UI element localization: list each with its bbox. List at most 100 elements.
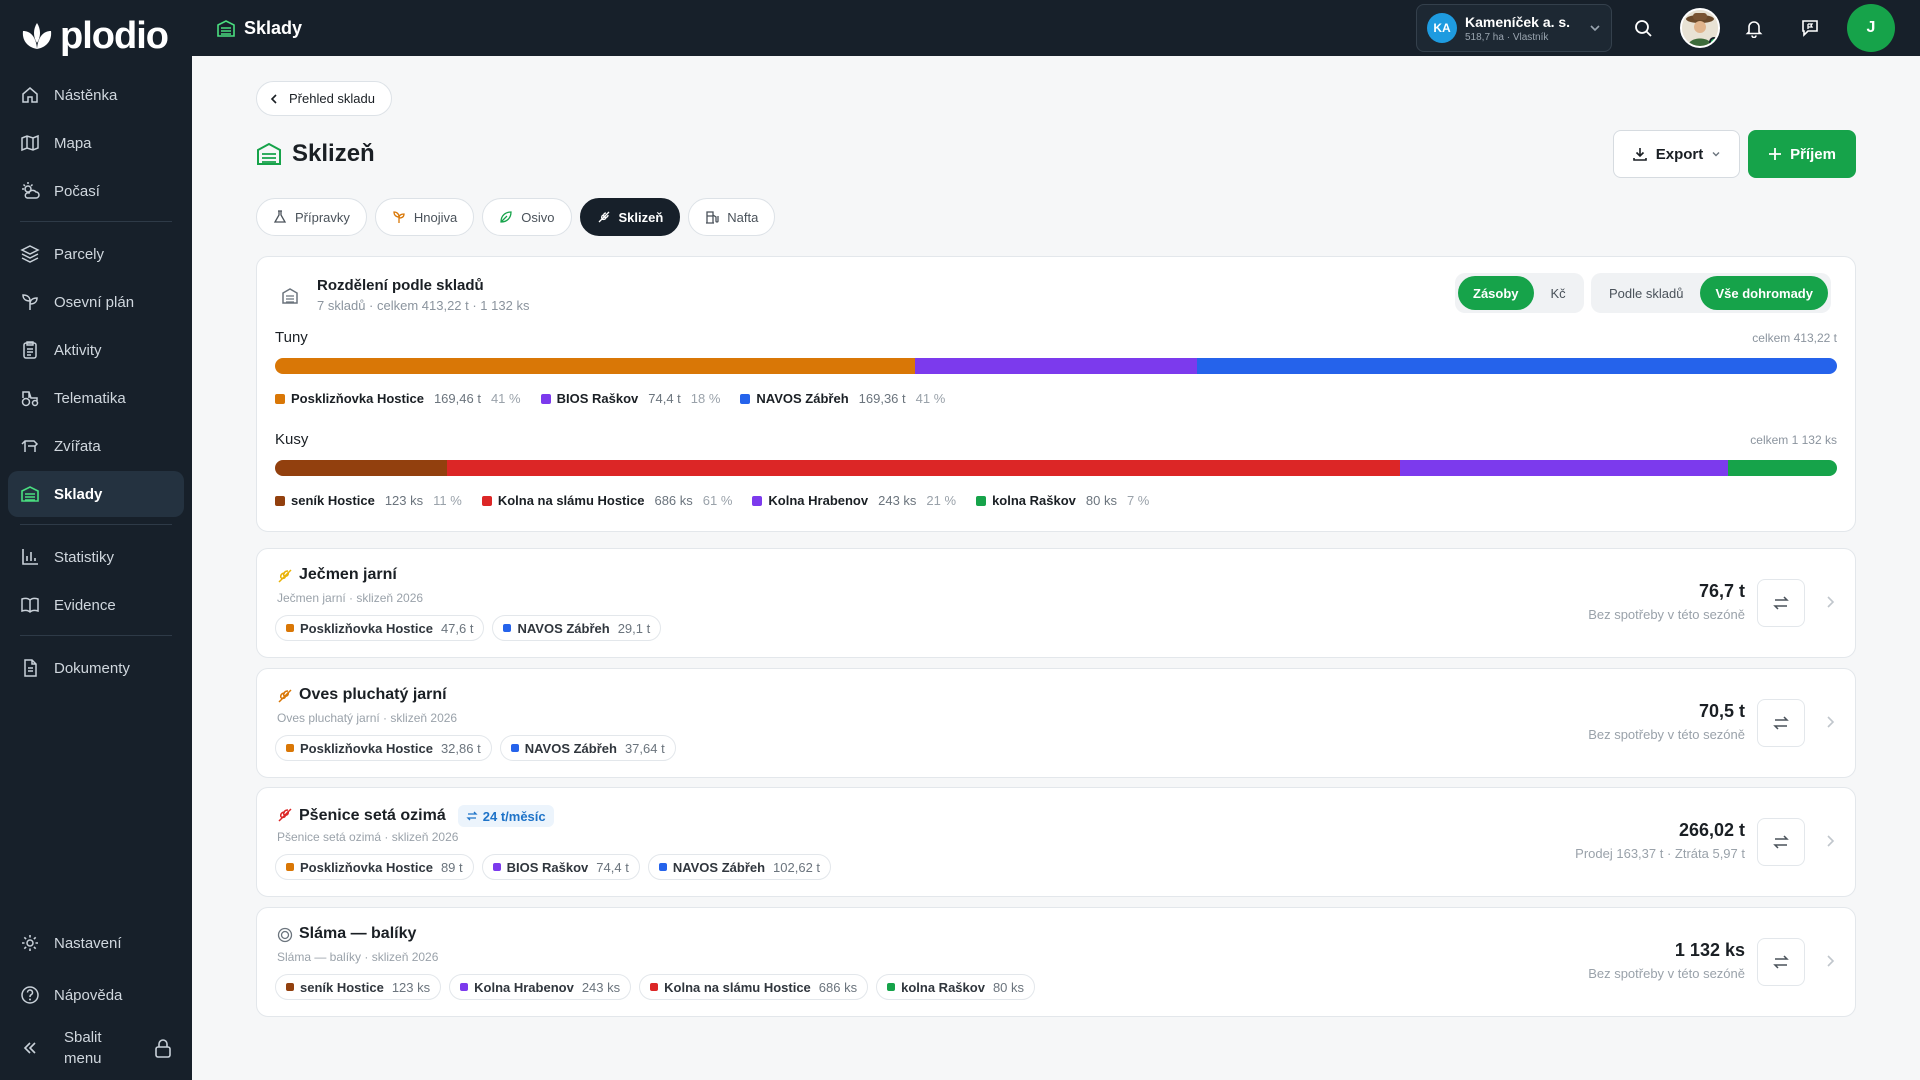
warehouse-chip: Kolna Hrabenov 243 ks bbox=[449, 974, 632, 1000]
warehouse-chip: NAVOS Zábřeh 29,1 t bbox=[492, 615, 662, 641]
toggle-podle-skladu[interactable]: Podle skladů bbox=[1594, 276, 1698, 310]
search-button[interactable] bbox=[1629, 14, 1657, 42]
legend-value: 80 ks bbox=[1085, 493, 1117, 508]
legend-percent: 41 % bbox=[915, 391, 946, 406]
notifications-button[interactable] bbox=[1740, 14, 1768, 42]
legend-swatch bbox=[752, 495, 763, 506]
chip-swatch bbox=[286, 863, 294, 871]
swap-arrows-icon bbox=[1773, 596, 1789, 610]
sidebar-item-napoveda[interactable]: Nápověda bbox=[8, 972, 184, 1018]
sidebar-item-pocasi[interactable]: Počasí bbox=[8, 168, 184, 214]
swap-arrows-icon bbox=[1773, 835, 1789, 849]
crop-row[interactable]: Oves pluchatý jarní Oves pluchatý jarní ·… bbox=[256, 668, 1856, 778]
tab-nafta[interactable]: Nafta bbox=[688, 198, 776, 236]
consumption-rate-badge: 24 t/měsíc bbox=[457, 805, 554, 827]
map-icon bbox=[20, 133, 40, 153]
legend-swatch bbox=[540, 393, 551, 404]
warehouse-icon bbox=[257, 142, 281, 165]
lock-icon[interactable] bbox=[154, 1038, 172, 1058]
chip-value: 123 ks bbox=[391, 979, 431, 995]
animal-icon bbox=[20, 436, 40, 456]
sidebar-item-label: Osevní plán bbox=[54, 293, 135, 311]
kusy-bar-segment[interactable] bbox=[446, 460, 1400, 476]
legend-swatch bbox=[481, 495, 492, 506]
kusy-legend-item: Kolna Hrabenov 243 ks 21 % bbox=[752, 493, 956, 508]
crop-row[interactable]: Pšenice setá ozimá 24 t/měsíc Pšenice setá… bbox=[256, 787, 1856, 897]
crop-row[interactable]: Sláma — balíky Sláma — balíky · sklizeň 2… bbox=[256, 907, 1856, 1017]
clipboard-icon bbox=[20, 340, 40, 360]
tuny-bar-segment[interactable] bbox=[915, 358, 1197, 374]
crop-name: Ječmen jarní bbox=[299, 566, 397, 583]
tuny-legend-item: BIOS Raškov 74,4 t 18 % bbox=[540, 391, 721, 406]
warehouse-chip: Posklizňovka Hostice 47,6 t bbox=[275, 615, 485, 641]
chevron-right-icon[interactable] bbox=[1825, 715, 1835, 729]
sidebar-item-evidence[interactable]: Evidence bbox=[8, 582, 184, 628]
kusy-bar-segment[interactable] bbox=[1399, 460, 1728, 476]
legend-percent: 18 % bbox=[690, 391, 721, 406]
user-avatar-photo[interactable] bbox=[1680, 8, 1720, 48]
legend-percent: 61 % bbox=[702, 493, 733, 508]
sidebar-item-osevni-plan[interactable]: Osevní plán bbox=[8, 279, 184, 325]
chevron-right-icon[interactable] bbox=[1825, 954, 1835, 968]
plodio-logo[interactable]: plodio bbox=[20, 14, 169, 58]
warehouse-chip: NAVOS Zábřeh 102,62 t bbox=[647, 854, 832, 880]
chip-swatch bbox=[658, 863, 667, 871]
sidebar-item-aktivity[interactable]: Aktivity bbox=[8, 327, 184, 373]
transfer-button[interactable] bbox=[1757, 699, 1805, 747]
warehouse-chip: Posklizňovka Hostice 89 t bbox=[275, 854, 474, 880]
back-to-overview-button[interactable]: Přehled skladu bbox=[256, 81, 392, 116]
chevron-right-icon[interactable] bbox=[1825, 834, 1835, 848]
swap-arrows-icon bbox=[1773, 955, 1789, 969]
sidebar-item-dokumenty[interactable]: Dokumenty bbox=[8, 645, 184, 691]
feedback-button[interactable] bbox=[1796, 14, 1824, 42]
organization-switcher[interactable]: KA Kameníček a. s. 518,7 ha · Vlastník bbox=[1416, 4, 1612, 52]
sidebar-item-zvirata[interactable]: Zvířata bbox=[8, 423, 184, 469]
tuny-bar-segment[interactable] bbox=[1196, 358, 1837, 374]
legend-name: Kolna na slámu Hostice bbox=[497, 493, 645, 508]
crop-subtitle: Sláma — balíky · sklizeň 2026 bbox=[277, 950, 439, 964]
sidebar-item-statistiky[interactable]: Statistiky bbox=[8, 534, 184, 580]
chip-value: 74,4 t bbox=[596, 859, 629, 875]
tab-osivo[interactable]: Osivo bbox=[482, 198, 572, 236]
sidebar-item-telematika[interactable]: Telematika bbox=[8, 375, 184, 421]
collapse-menu-button[interactable]: Sbalit menu bbox=[8, 1024, 184, 1072]
kusy-bar-segment[interactable] bbox=[275, 460, 447, 476]
transfer-button[interactable] bbox=[1757, 579, 1805, 627]
legend-name: Kolna Hrabenov bbox=[768, 493, 869, 508]
toggle-zasoby[interactable]: Zásoby bbox=[1458, 276, 1534, 310]
chevron-right-icon[interactable] bbox=[1825, 595, 1835, 609]
warehouse-chips: seník Hostice 123 ks Kolna Hrabenov 243 ks K… bbox=[275, 974, 1036, 1000]
sidebar-item-sklady[interactable]: Sklady bbox=[8, 471, 184, 517]
grain-icon bbox=[278, 808, 292, 822]
sidebar-item-nastaveni[interactable]: Nastavení bbox=[8, 920, 184, 966]
tab-sklizen[interactable]: Sklizeň bbox=[579, 198, 681, 236]
transfer-button[interactable] bbox=[1757, 818, 1805, 866]
legend-value: 169,36 t bbox=[858, 391, 906, 406]
tab-hnojiva[interactable]: Hnojiva bbox=[374, 198, 475, 236]
toggle-kc[interactable]: Kč bbox=[1536, 276, 1581, 310]
sidebar-item-nastenka[interactable]: Nástěnka bbox=[8, 72, 184, 118]
page-title: Sklizeň bbox=[256, 138, 375, 170]
crop-note: Prodej 163,37 t · Ztráta 5,97 t bbox=[1575, 846, 1745, 861]
topbar: Sklady KA Kameníček a. s. 518,7 ha · Vla… bbox=[192, 0, 1920, 56]
export-button[interactable]: Export bbox=[1613, 130, 1740, 178]
crop-row[interactable]: Ječmen jarní Ječmen jarní · sklizeň 2026 P… bbox=[256, 548, 1856, 658]
crop-quantity: 76,7 t bbox=[1698, 581, 1745, 601]
layers-icon bbox=[20, 244, 40, 264]
chip-name: NAVOS Zábřeh bbox=[672, 859, 766, 875]
transfer-button[interactable] bbox=[1757, 938, 1805, 986]
flask-icon bbox=[273, 210, 287, 223]
legend-value: 686 ks bbox=[654, 493, 693, 508]
tab-pripravky[interactable]: Přípravky bbox=[256, 198, 367, 236]
kusy-legend-item: seník Hostice 123 ks 11 % bbox=[275, 493, 462, 508]
sidebar-item-label: Statistiky bbox=[54, 548, 115, 566]
sprout-icon bbox=[20, 292, 40, 312]
tuny-bar-segment[interactable] bbox=[275, 358, 916, 374]
toggle-vse-dohromady[interactable]: Vše dohromady bbox=[1700, 276, 1828, 310]
kusy-bar-segment[interactable] bbox=[1727, 460, 1837, 476]
sidebar-item-parcely[interactable]: Parcely bbox=[8, 231, 184, 277]
user-avatar[interactable]: J bbox=[1847, 4, 1895, 52]
sidebar-item-mapa[interactable]: Mapa bbox=[8, 120, 184, 166]
receipt-button[interactable]: Příjem bbox=[1748, 130, 1856, 178]
tuny-legend-item: NAVOS Zábřeh 169,36 t 41 % bbox=[740, 391, 945, 406]
